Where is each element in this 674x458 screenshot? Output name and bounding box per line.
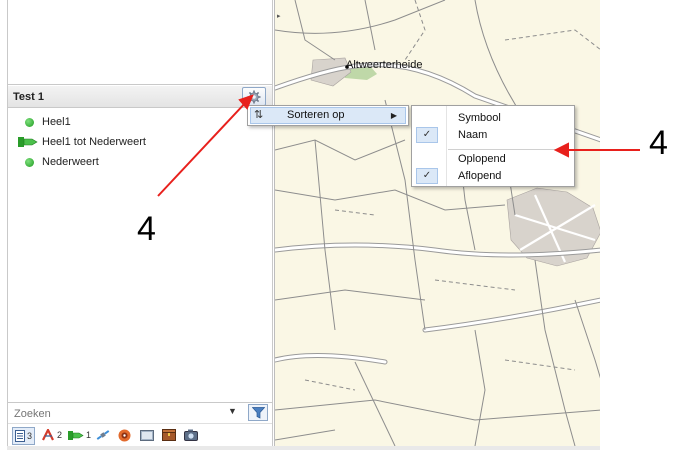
chevron-down-icon[interactable]: ▼ (228, 406, 237, 416)
menu-item-label: Sorteren op (287, 109, 345, 121)
sort-submenu: Symbool ✓ Naam Oplopend ✓ Aflopend (411, 105, 575, 187)
sort-icon: ⇅ (254, 109, 264, 121)
camera-icon (184, 429, 198, 441)
search-row: ▼ (8, 402, 272, 423)
route-icon (68, 430, 84, 440)
annotation-label-right: 4 (649, 124, 668, 162)
layer-toolbar: 3 2 1 (8, 423, 272, 445)
layer-item-label: Heel1 (42, 116, 71, 128)
tool-photo[interactable] (140, 427, 154, 443)
layer-list: Heel1 Heel1 tot Nederweert Nederweert (8, 110, 272, 402)
layer-item-heel1[interactable]: Heel1 (18, 114, 71, 130)
layer-item-label: Nederweert (42, 156, 99, 168)
layer-item-heel1-tot-nederweert[interactable]: Heel1 tot Nederweert (18, 134, 146, 150)
submenu-item-naam[interactable]: ✓ Naam (412, 127, 574, 144)
menu-item-sorteren-op[interactable]: ⇅ Sorteren op ▶ (250, 107, 406, 124)
submenu-item-label: Oplopend (458, 153, 506, 165)
layer-item-nederweert[interactable]: Nederweert (18, 154, 99, 170)
green-dot-icon (25, 117, 34, 127)
annotation-label-left: 4 (137, 210, 156, 248)
collapse-arrow-icon[interactable]: ▸ (277, 12, 281, 20)
submenu-item-label: Symbool (458, 112, 501, 124)
status-strip (7, 446, 600, 450)
layer-title: Test 1 (13, 91, 44, 103)
submenu-item-label: Aflopend (458, 170, 502, 182)
tool-camera[interactable] (184, 427, 198, 443)
settings-button[interactable] (242, 87, 266, 106)
tool-route[interactable]: 1 (68, 427, 91, 443)
green-dot-icon (25, 157, 34, 167)
tool-count: 1 (86, 430, 92, 440)
map-view[interactable]: ▸ Altweerterheide (274, 0, 600, 446)
submenu-arrow-icon: ▶ (390, 111, 397, 120)
search-input[interactable] (12, 405, 238, 423)
map-place-label: Altweerterheide (346, 59, 423, 71)
filter-icon (251, 406, 265, 419)
track-icon (42, 429, 54, 441)
submenu-item-symbool[interactable]: Symbool (412, 110, 574, 127)
tool-satellite[interactable] (96, 427, 110, 443)
disc-icon (118, 429, 131, 441)
tool-list[interactable]: 3 (12, 427, 36, 445)
tool-disc[interactable] (118, 427, 131, 443)
route-icon (18, 137, 38, 147)
gear-icon (247, 90, 261, 103)
submenu-item-aflopend[interactable]: ✓ Aflopend (412, 168, 574, 185)
submenu-item-label: Naam (458, 129, 488, 141)
satellite-icon (96, 430, 110, 440)
chest-icon (162, 429, 176, 441)
context-menu: ⇅ Sorteren op ▶ (247, 105, 409, 126)
submenu-item-oplopend[interactable]: Oplopend (412, 151, 574, 168)
photo-icon (140, 430, 154, 441)
panel-top-area (8, 0, 272, 85)
layer-header: Test 1 (8, 86, 272, 108)
tool-chest[interactable] (162, 427, 176, 443)
list-icon (15, 430, 25, 442)
map-roads (275, 0, 600, 446)
tool-count: 2 (57, 430, 63, 440)
menu-separator (448, 149, 570, 150)
checkmark-icon: ✓ (416, 127, 438, 143)
tool-track[interactable]: 2 (42, 427, 62, 443)
checkmark-icon: ✓ (416, 168, 438, 184)
layer-item-label: Heel1 tot Nederweert (42, 136, 146, 148)
tool-count: 3 (27, 431, 33, 441)
filter-button[interactable] (248, 404, 268, 421)
